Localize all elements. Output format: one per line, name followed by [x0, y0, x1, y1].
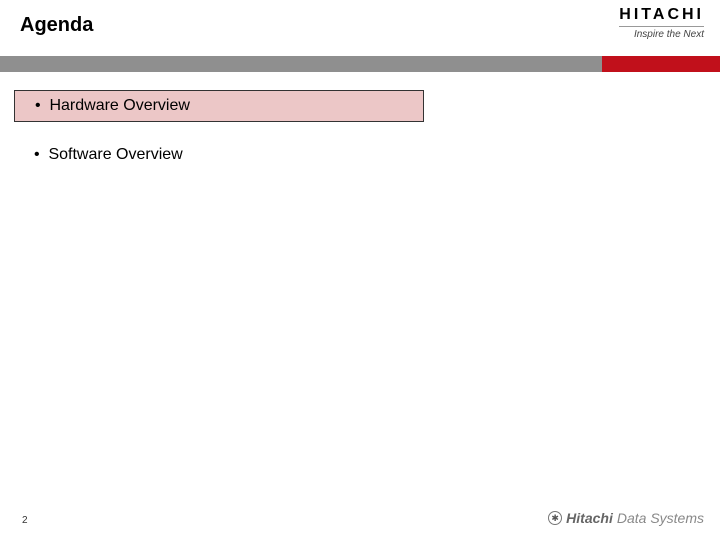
divider-bar-red — [602, 56, 720, 72]
bullet-icon: • — [35, 97, 45, 115]
bullet-icon: • — [34, 146, 44, 164]
footer-logo-ds: Data Systems — [617, 510, 704, 526]
footer-logo-hitachi: Hitachi — [566, 510, 613, 526]
slide-number: 2 — [22, 515, 28, 526]
footer-logo-mark-icon: ✱ — [548, 511, 562, 525]
divider-bar — [0, 56, 720, 72]
agenda-item: • Software Overview — [14, 140, 706, 170]
agenda-list: • Hardware Overview • Software Overview — [14, 90, 706, 188]
agenda-item-highlighted: • Hardware Overview — [14, 90, 424, 122]
brand-block: HITACHI Inspire the Next — [619, 6, 704, 40]
footer-logo: ✱ Hitachi Data Systems — [548, 510, 704, 526]
agenda-item-label: Software Overview — [48, 146, 182, 163]
brand-logo-text: HITACHI — [619, 6, 704, 24]
agenda-item-label: Hardware Overview — [49, 97, 189, 114]
page-title: Agenda — [20, 14, 93, 37]
slide-header: Agenda HITACHI Inspire the Next — [0, 0, 720, 56]
brand-tagline: Inspire the Next — [619, 26, 704, 40]
slide-footer: 2 ✱ Hitachi Data Systems — [0, 506, 720, 530]
divider-bar-gray — [0, 56, 602, 72]
